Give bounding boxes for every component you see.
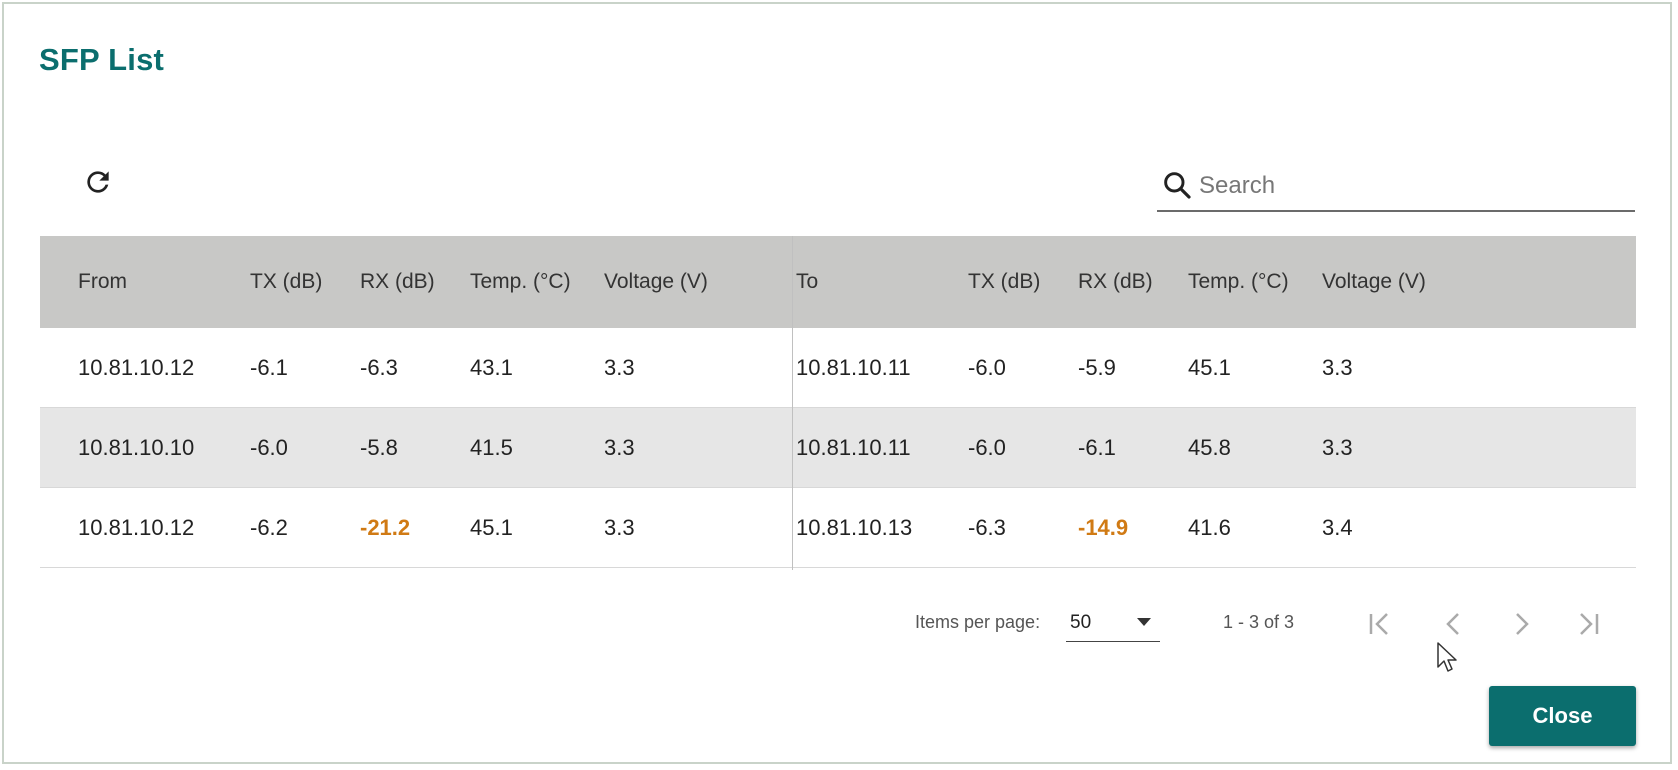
search-field[interactable] <box>1157 164 1635 212</box>
cell-to-ip: 10.81.10.11 <box>796 434 911 460</box>
column-header-to-temp[interactable]: Temp. (°C) <box>1188 236 1289 328</box>
items-per-page-label: Items per page: <box>915 612 1041 632</box>
table-row[interactable]: 10.81.10.12 -6.2 -21.2 45.1 3.3 10.81.10… <box>40 488 1636 568</box>
cell-from-tx: -6.2 <box>250 514 288 540</box>
column-header-to-voltage[interactable]: Voltage (V) <box>1322 236 1426 328</box>
first-page-icon[interactable] <box>1362 606 1398 642</box>
dropdown-caret-icon <box>1137 618 1151 626</box>
page-range-label: 1 - 3 of 3 <box>1223 612 1295 632</box>
cell-from-ip: 10.81.10.12 <box>78 514 195 540</box>
cell-from-tx: -6.0 <box>250 434 288 460</box>
column-header-from-temp[interactable]: Temp. (°C) <box>470 236 571 328</box>
cell-to-tx: -6.3 <box>968 514 1006 540</box>
cell-from-rx: -6.3 <box>360 354 398 380</box>
table-header: From TX (dB) RX (dB) Temp. (°C) Voltage … <box>40 236 1636 328</box>
column-header-from[interactable]: From <box>78 236 127 328</box>
column-group-divider <box>792 236 793 570</box>
column-header-to-tx[interactable]: TX (dB) <box>968 236 1040 328</box>
column-header-from-tx[interactable]: TX (dB) <box>250 236 322 328</box>
column-header-from-voltage[interactable]: Voltage (V) <box>604 236 708 328</box>
column-header-from-rx[interactable]: RX (dB) <box>360 236 435 328</box>
column-header-to[interactable]: To <box>796 236 818 328</box>
cell-to-tx: -6.0 <box>968 434 1006 460</box>
cell-to-ip: 10.81.10.13 <box>796 514 913 540</box>
items-per-page-value: 50 <box>1070 612 1092 633</box>
next-page-icon[interactable] <box>1503 606 1539 642</box>
last-page-icon[interactable] <box>1570 606 1606 642</box>
search-input[interactable] <box>1197 168 1621 204</box>
search-icon <box>1164 172 1191 199</box>
cell-to-temp: 45.1 <box>1188 354 1231 380</box>
cell-to-rx: -6.1 <box>1078 434 1116 460</box>
cell-to-voltage: 3.3 <box>1322 354 1353 380</box>
cell-from-voltage: 3.3 <box>604 434 635 460</box>
items-per-page-select[interactable]: 50 <box>1066 602 1160 642</box>
dialog-title: SFP List <box>39 42 165 77</box>
cell-to-temp: 45.8 <box>1188 434 1231 460</box>
cell-to-temp: 41.6 <box>1188 514 1231 540</box>
cell-to-voltage: 3.3 <box>1322 434 1353 460</box>
cell-from-temp: 41.5 <box>470 434 513 460</box>
column-header-to-rx[interactable]: RX (dB) <box>1078 236 1153 328</box>
sfp-table: From TX (dB) RX (dB) Temp. (°C) Voltage … <box>40 236 1636 568</box>
cell-from-rx-warning: -21.2 <box>360 514 411 540</box>
cell-from-ip: 10.81.10.12 <box>78 354 195 380</box>
cell-from-voltage: 3.3 <box>604 354 635 380</box>
cell-to-tx: -6.0 <box>968 354 1006 380</box>
cell-to-rx: -5.9 <box>1078 354 1116 380</box>
cell-from-voltage: 3.3 <box>604 514 635 540</box>
cell-to-voltage: 3.4 <box>1322 514 1353 540</box>
cell-to-ip: 10.81.10.11 <box>796 354 911 380</box>
table-row[interactable]: 10.81.10.12 -6.1 -6.3 43.1 3.3 10.81.10.… <box>40 328 1636 408</box>
cell-from-rx: -5.8 <box>360 434 398 460</box>
refresh-icon[interactable] <box>82 166 114 198</box>
table-row[interactable]: 10.81.10.10 -6.0 -5.8 41.5 3.3 10.81.10.… <box>40 408 1636 488</box>
cell-from-temp: 43.1 <box>470 354 513 380</box>
cell-from-ip: 10.81.10.10 <box>78 434 195 460</box>
cell-to-rx-warning: -14.9 <box>1078 514 1129 540</box>
close-button[interactable]: Close <box>1489 686 1636 746</box>
cell-from-tx: -6.1 <box>250 354 288 380</box>
paginator: Items per page: 50 1 - 3 of 3 <box>0 600 1678 650</box>
cell-from-temp: 45.1 <box>470 514 513 540</box>
mouse-pointer-icon <box>1437 642 1457 672</box>
previous-page-icon[interactable] <box>1436 606 1472 642</box>
